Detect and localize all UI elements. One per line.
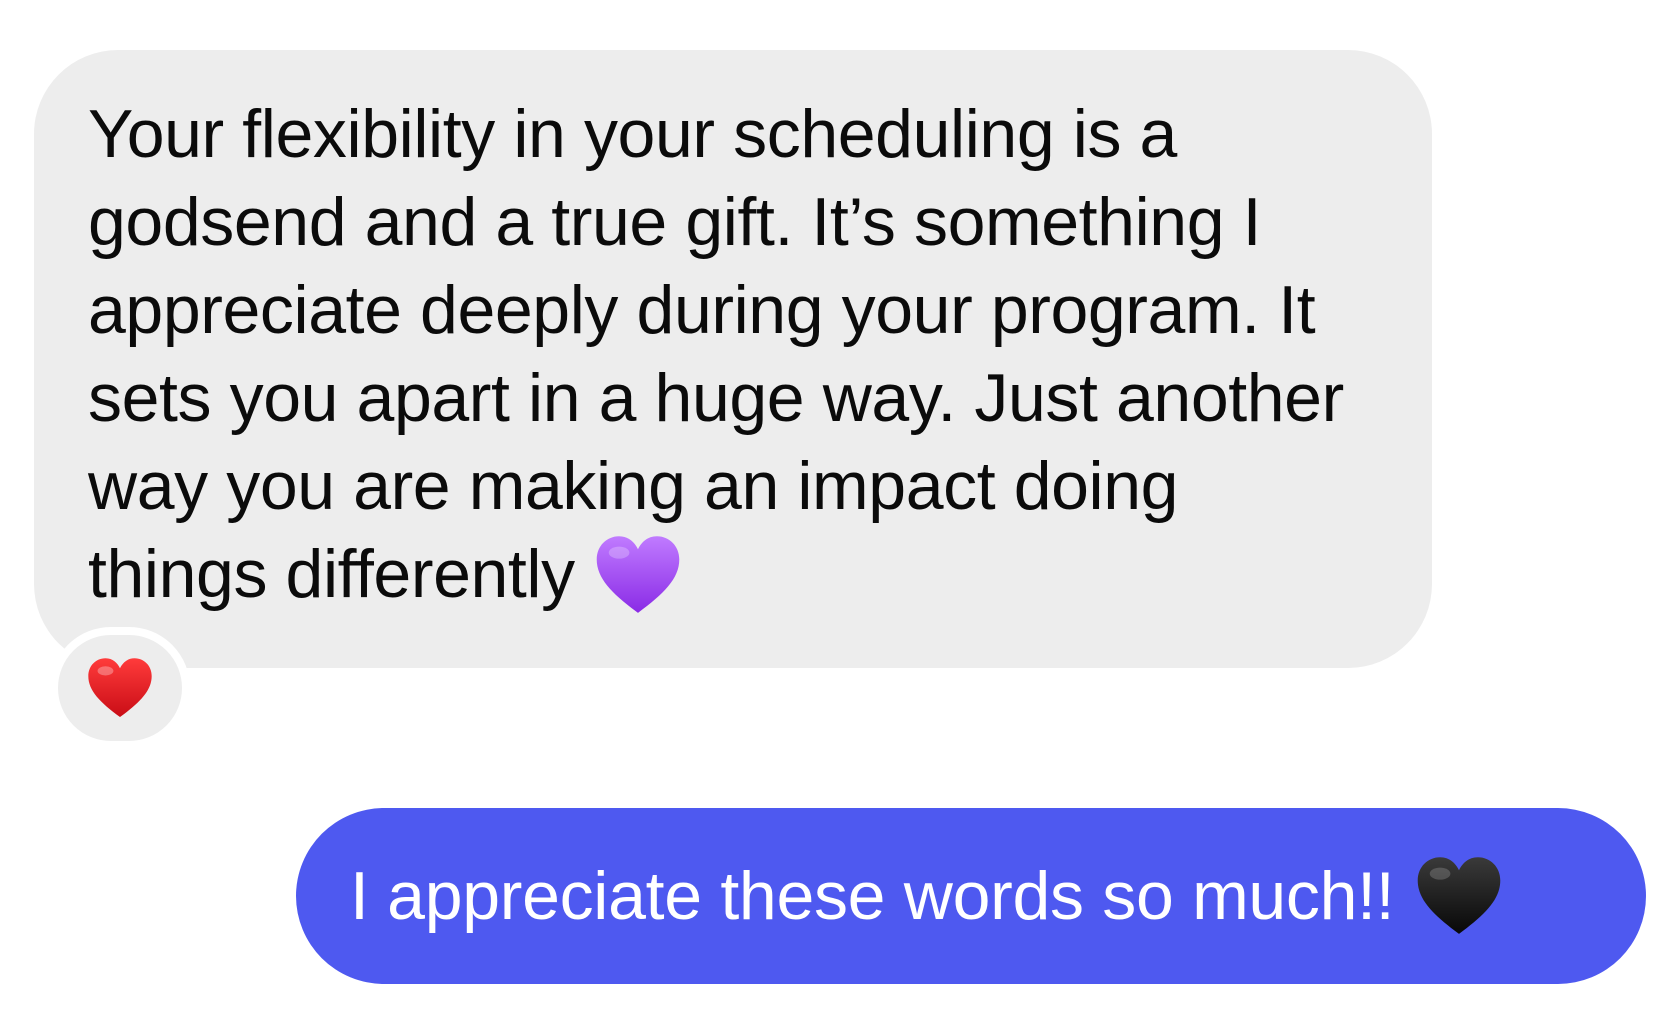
red-heart-icon — [88, 658, 152, 718]
outgoing-message-text: I appreciate these words so much!! — [350, 858, 1395, 934]
message-thread: Your flexibility in your scheduling is a… — [0, 0, 1676, 1025]
heart-reaction-badge[interactable] — [50, 627, 190, 749]
black-heart-icon — [1416, 854, 1502, 938]
incoming-message-bubble[interactable]: Your flexibility in your scheduling is a… — [34, 50, 1432, 668]
outgoing-message-bubble[interactable]: I appreciate these words so much!! — [296, 808, 1646, 984]
purple-heart-icon — [595, 533, 681, 617]
incoming-message-text: Your flexibility in your scheduling is a… — [88, 96, 1344, 612]
